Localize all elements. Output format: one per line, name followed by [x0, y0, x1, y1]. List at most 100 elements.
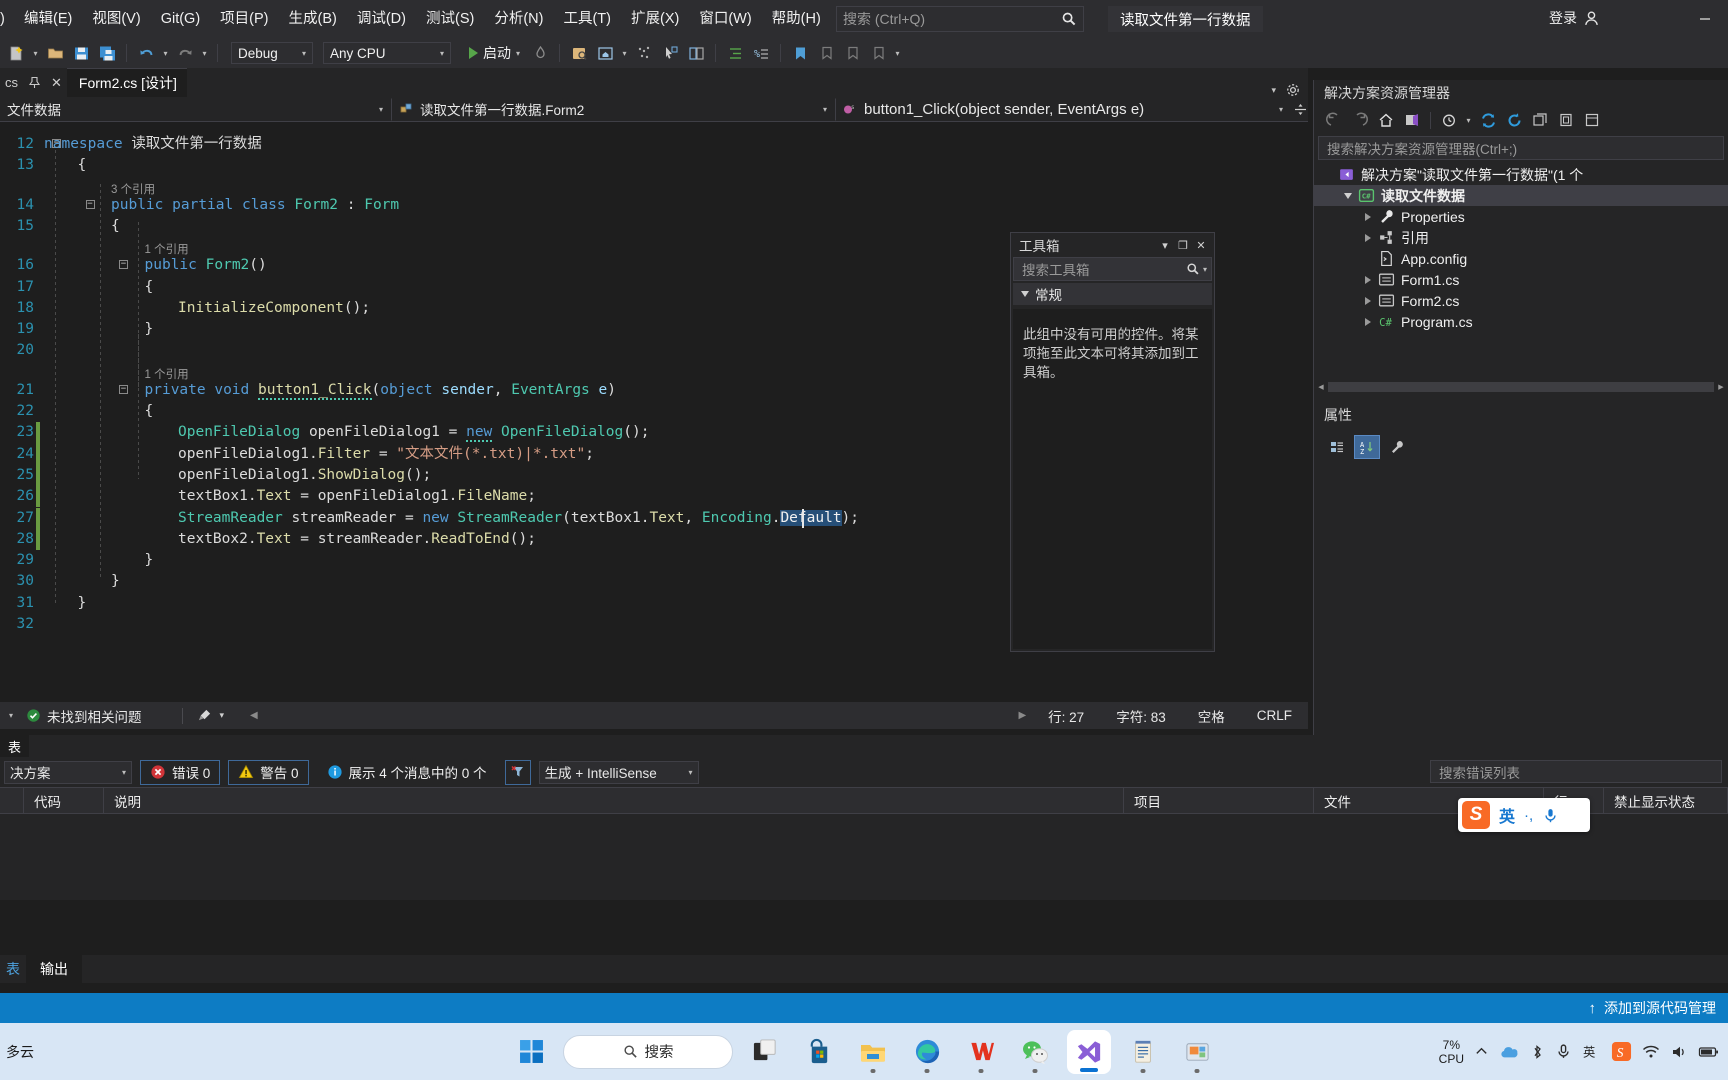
sogou-ime-icon[interactable]: S — [1462, 801, 1490, 829]
live-preview-icon[interactable] — [567, 41, 591, 65]
alphabetical-icon[interactable]: A Z — [1354, 435, 1380, 459]
toolbox-close-icon[interactable]: ✕ — [1192, 235, 1210, 255]
code-line[interactable]: StreamReader streamReader = new StreamRe… — [178, 508, 859, 529]
code-line[interactable]: namespace 读取文件第一行数据 — [44, 134, 262, 155]
build-filter-combo[interactable]: 生成 + IntelliSense ▾ — [538, 760, 699, 784]
solution-platform-combo[interactable]: Any CPU ▾ — [323, 42, 451, 64]
toolbox-minimize-icon[interactable]: ▾ — [1156, 235, 1174, 255]
tab-output[interactable]: 输出 — [26, 955, 82, 983]
home-caret-icon[interactable]: ▾ — [619, 41, 630, 65]
switch-views-icon[interactable] — [1400, 108, 1424, 132]
solution-tree[interactable]: 解决方案"读取文件第一行数据"(1 个 C# 读取文件数据 Properties 引用 A… — [1314, 164, 1728, 332]
tab-error-list[interactable]: 表 — [0, 735, 30, 757]
add-to-source-control-button[interactable]: 添加到源代码管理 — [1604, 998, 1716, 1018]
bluetooth-icon[interactable] — [1529, 1044, 1545, 1060]
search-input[interactable] — [843, 11, 1061, 27]
select-element-icon[interactable] — [658, 41, 682, 65]
error-list-search[interactable]: 搜索错误列表 — [1430, 760, 1722, 783]
microsoft-store-icon[interactable] — [797, 1030, 841, 1074]
wechat-icon[interactable] — [1013, 1030, 1057, 1074]
back-icon[interactable] — [1322, 108, 1346, 132]
eol-indicator[interactable]: CRLF — [1257, 708, 1292, 723]
expander-collapsed-icon[interactable] — [1360, 317, 1376, 326]
comment-icon[interactable]: % — [749, 41, 773, 65]
tray-expand-icon[interactable] — [1474, 1044, 1489, 1059]
messages-toggle[interactable]: 展示 4 个消息中的 0 个 — [316, 759, 497, 785]
start-debug-button[interactable]: 启动 ▾ — [463, 41, 526, 65]
column-header-0[interactable] — [0, 787, 24, 814]
forward-icon[interactable] — [1348, 108, 1372, 132]
toolbar-overflow-icon[interactable]: ▾ — [892, 41, 903, 65]
hot-reload-icon[interactable] — [528, 41, 552, 65]
collapse-all-icon[interactable] — [1528, 108, 1552, 132]
code-line[interactable]: } — [145, 550, 154, 571]
code-line[interactable]: { — [78, 155, 87, 176]
toolbox-drag-grip[interactable] — [1060, 233, 1157, 257]
tree-node-0[interactable]: 解决方案"读取文件第一行数据"(1 个 — [1314, 164, 1728, 185]
weather-widget[interactable]: 多云 — [6, 1023, 34, 1080]
wifi-icon[interactable] — [1642, 1043, 1660, 1061]
account-area[interactable]: 登录 — [1549, 8, 1600, 28]
menu-item-8[interactable]: 分析(N) — [484, 5, 553, 33]
code-line[interactable]: } — [111, 571, 120, 592]
tab-overflow-label[interactable]: cs — [0, 68, 23, 97]
code-line[interactable]: public partial class Form2 : Form — [111, 195, 399, 216]
menu-item-3[interactable]: Git(G) — [151, 5, 210, 33]
tree-node-1[interactable]: C# 读取文件数据 — [1314, 185, 1728, 206]
quick-launch-search[interactable] — [836, 6, 1084, 32]
menu-item-12[interactable]: 帮助(H) — [762, 5, 831, 33]
expander-collapsed-icon[interactable] — [1360, 275, 1376, 284]
code-line[interactable]: public Form2() — [145, 255, 267, 276]
solution-explorer-search[interactable]: 搜索解决方案资源管理器(Ctrl+;) — [1318, 136, 1724, 160]
file-explorer-icon[interactable] — [851, 1030, 895, 1074]
clear-filter-button[interactable] — [504, 759, 531, 785]
expander-collapsed-icon[interactable] — [1360, 296, 1376, 305]
solution-explorer-hscrollbar[interactable]: ◀ ▶ — [1314, 380, 1728, 394]
navbar-project-dropdown[interactable]: 文件数据 ▾ — [0, 97, 392, 121]
ime-mode-label[interactable]: 英 — [1499, 803, 1515, 827]
pending-changes-icon[interactable] — [1437, 108, 1461, 132]
column-header-1[interactable]: 代码 — [24, 787, 104, 814]
microphone-icon[interactable] — [1542, 807, 1559, 824]
code-line[interactable]: InitializeComponent(); — [178, 298, 370, 319]
toolbox-group-general[interactable]: 常规 — [1013, 283, 1212, 305]
collapse-toggle-icon[interactable]: − — [119, 260, 128, 270]
navbar-type-dropdown[interactable]: 读取文件第一行数据.Form2 ▾ — [392, 97, 836, 121]
errors-toggle[interactable]: 错误 0 — [140, 759, 221, 785]
collapse-toggle-icon[interactable]: − — [119, 384, 128, 394]
expander-collapsed-icon[interactable] — [1360, 233, 1376, 242]
refresh-icon[interactable] — [1502, 108, 1526, 132]
column-header-2[interactable]: 说明 — [104, 787, 1124, 814]
redo-caret-icon[interactable]: ▾ — [199, 41, 210, 65]
diagnostics-icon[interactable] — [632, 41, 656, 65]
save-icon[interactable] — [69, 41, 93, 65]
open-file-icon[interactable] — [43, 41, 67, 65]
hscroll-right-editor-icon[interactable]: ▶ — [1018, 710, 1026, 721]
indent-icon[interactable] — [723, 41, 747, 65]
copy-layout-icon[interactable] — [684, 41, 708, 65]
cpu-usage-widget[interactable]: 7% CPU — [1439, 1038, 1464, 1066]
minimize-button[interactable] — [1682, 0, 1728, 38]
warnings-toggle[interactable]: 警告 0 — [228, 759, 309, 785]
redo-icon[interactable] — [173, 41, 197, 65]
solution-configuration-combo[interactable]: Debug ▾ — [231, 42, 313, 64]
home-icon[interactable] — [1374, 108, 1398, 132]
start-button[interactable] — [509, 1030, 553, 1074]
menu-item-5[interactable]: 生成(B) — [279, 5, 347, 33]
navbar-member-dropdown[interactable]: s button1_Click(object sender, EventArgs… — [836, 98, 1292, 121]
hscroll-track[interactable] — [1328, 382, 1714, 392]
categorized-icon[interactable] — [1324, 435, 1350, 459]
column-header-3[interactable]: 项目 — [1124, 787, 1314, 814]
gear-icon[interactable] — [1286, 83, 1300, 97]
pending-changes-caret-icon[interactable]: ▾ — [1463, 108, 1474, 132]
status-expand-caret-icon[interactable]: ▾ — [0, 711, 22, 720]
prev-bookmark-icon[interactable] — [814, 41, 838, 65]
pin-icon[interactable] — [23, 68, 46, 97]
taskbar-search-pill[interactable]: 搜索 — [563, 1034, 733, 1069]
code-line[interactable]: { — [145, 401, 154, 422]
expander-collapsed-icon[interactable] — [1360, 212, 1376, 221]
column-header-6[interactable]: 禁止显示状态 — [1604, 787, 1728, 814]
task-view-button[interactable] — [743, 1030, 787, 1074]
tree-node-6[interactable]: Form2.cs — [1314, 290, 1728, 311]
editor-tab-form2-designer[interactable]: Form2.cs [设计] — [66, 68, 187, 97]
